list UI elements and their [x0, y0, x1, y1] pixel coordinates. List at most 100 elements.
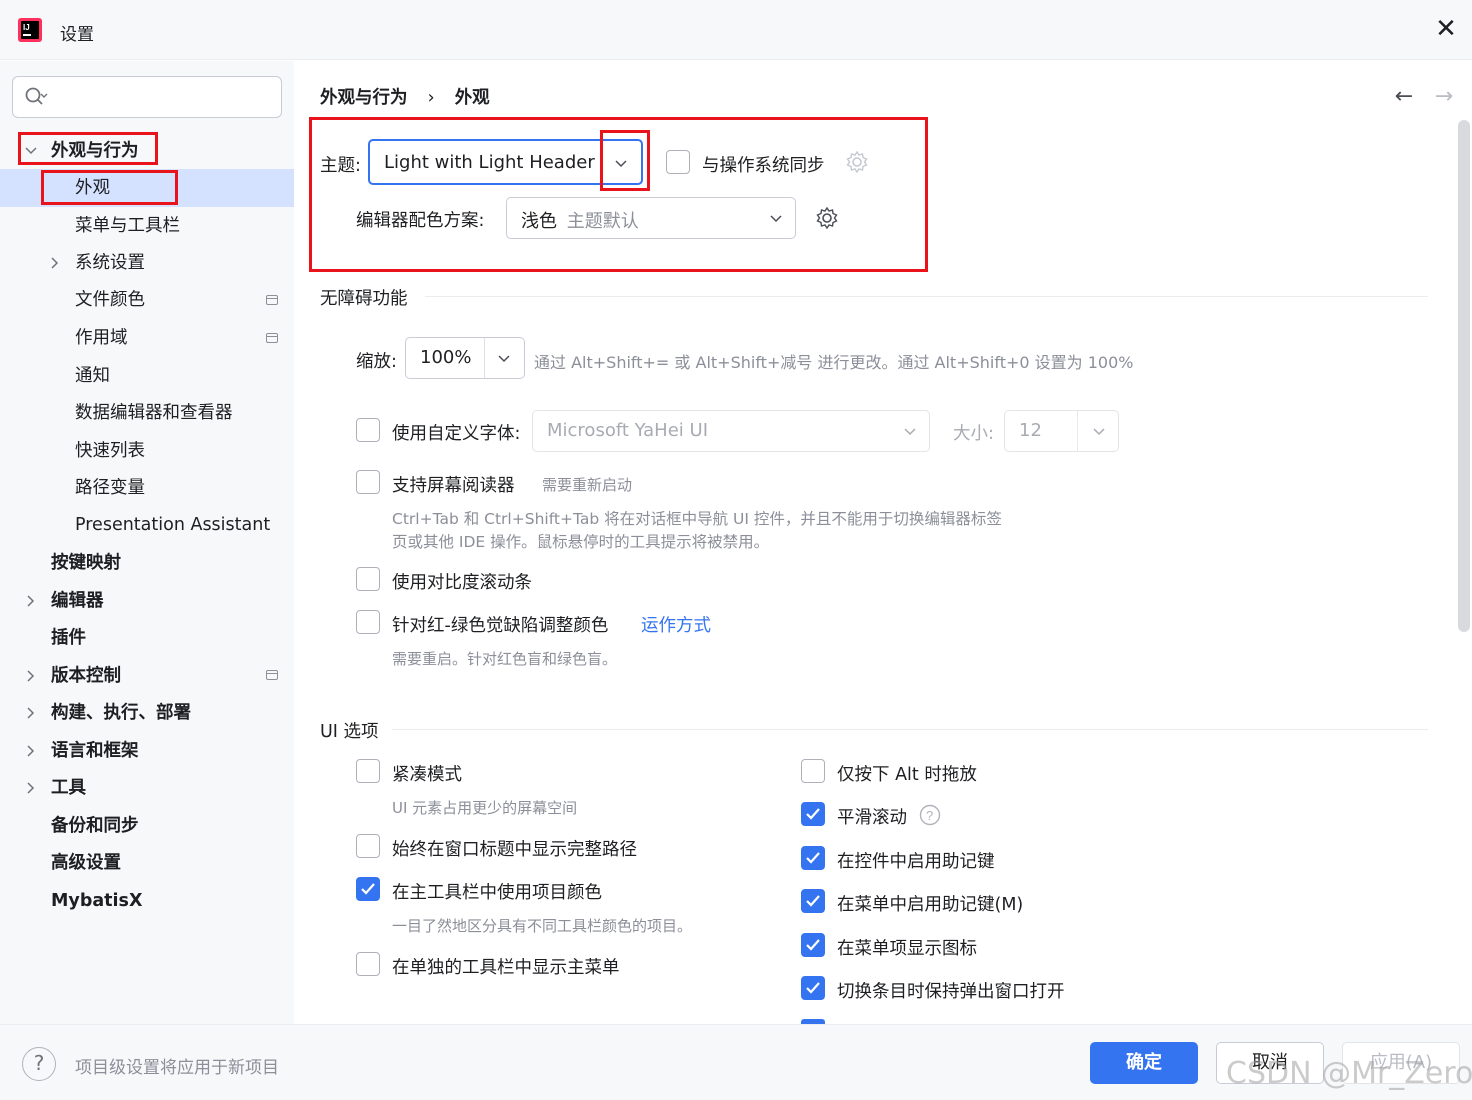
screen-reader-desc: 页或其他 IDE 操作。鼠标悬停时的工具提示将被禁用。: [392, 533, 770, 551]
how-it-works-link[interactable]: 运作方式: [641, 612, 711, 637]
zoom-hint: 通过 Alt+Shift+= 或 Alt+Shift+减号 进行更改。通过 Al…: [534, 353, 1134, 372]
highlight-box: [18, 132, 158, 165]
zoom-label: 缩放:: [356, 352, 397, 372]
color-deficiency-hint: 需要重启。针对红色盲和绿色盲。: [392, 650, 618, 668]
alt-drag-drop-label: 仅按下 Alt 时拖放: [837, 765, 977, 785]
color-deficiency-checkbox[interactable]: [356, 610, 380, 634]
menu-icons-label: 在菜单项显示图标: [837, 939, 977, 959]
chevron-right-icon[interactable]: [25, 595, 37, 607]
compact-mode-checkbox[interactable]: [356, 759, 380, 783]
svg-text:?: ?: [926, 808, 933, 823]
highlight-box: [600, 130, 650, 191]
breadcrumb: 外观与行为 › 外观: [320, 84, 490, 109]
compact-mode-label: 紧凑模式: [392, 765, 462, 785]
project-scope-icon: [266, 333, 278, 343]
sidebar-item-notifications[interactable]: 通知: [75, 358, 110, 394]
chevron-down-icon: [904, 428, 916, 436]
chevron-down-icon: [498, 355, 510, 363]
ui-options-section-title: UI 选项: [320, 722, 379, 742]
color-deficiency-label: 针对红-绿色觉缺陷调整颜色: [392, 616, 609, 636]
separate-main-menu-checkbox[interactable]: [356, 952, 380, 976]
keep-popups-open-label: 切换条目时保持弹出窗口打开: [837, 982, 1065, 1002]
project-scope-icon: [266, 670, 278, 680]
size-value: 12: [1019, 420, 1042, 441]
search-input[interactable]: [12, 76, 282, 118]
chevron-down-icon: [1093, 428, 1105, 436]
smooth-scrolling-checkbox[interactable]: [801, 802, 825, 826]
chevron-right-icon[interactable]: [25, 745, 37, 757]
scrollbar-thumb[interactable]: [1458, 120, 1470, 632]
mnemonics-controls-label: 在控件中启用助记键: [837, 852, 995, 872]
sidebar-item-backup-sync[interactable]: 备份和同步: [51, 808, 139, 844]
mnemonics-menus-label: 在菜单中启用助记键(M): [837, 895, 1024, 915]
title-bar: [0, 0, 1472, 60]
back-arrow-icon[interactable]: ←: [1390, 84, 1418, 109]
keep-popups-open-checkbox[interactable]: [801, 976, 825, 1000]
sidebar-item-data-editors[interactable]: 数据编辑器和查看器: [75, 395, 233, 431]
project-scope-icon: [266, 295, 278, 305]
highlight-box: [41, 170, 178, 205]
sidebar-item-quick-lists[interactable]: 快速列表: [75, 433, 145, 469]
sidebar-item-scopes[interactable]: 作用域: [75, 320, 128, 356]
screen-reader-hint: 需要重新启动: [542, 476, 633, 494]
section-divider: [392, 729, 1428, 730]
sidebar-item-build-execution-deployment[interactable]: 构建、执行、部署: [51, 695, 191, 731]
zoom-value: 100%: [420, 347, 472, 368]
sidebar-item-keymap[interactable]: 按键映射: [51, 545, 121, 581]
screen-reader-label: 支持屏幕阅读器: [392, 476, 515, 496]
sidebar-item-advanced-settings[interactable]: 高级设置: [51, 845, 121, 881]
breadcrumb-parent[interactable]: 外观与行为: [320, 84, 408, 109]
sidebar-item-system-settings[interactable]: 系统设置: [75, 245, 145, 281]
project-color-toolbar-hint: 一目了然地区分具有不同工具栏颜色的项目。: [392, 917, 693, 935]
breadcrumb-current: 外观: [454, 88, 490, 108]
sidebar-item-menus-toolbars[interactable]: 菜单与工具栏: [75, 208, 180, 244]
close-icon[interactable]: ✕: [1432, 16, 1460, 44]
custom-font-checkbox[interactable]: [356, 418, 380, 442]
sidebar-item-mybatisx[interactable]: MybatisX: [51, 883, 142, 919]
smooth-scrolling-label: 平滑滚动: [837, 808, 907, 828]
custom-font-label: 使用自定义字体:: [392, 424, 521, 444]
menu-icons-checkbox[interactable]: [801, 933, 825, 957]
watermark: CSDN @Mr_Zerone: [1226, 1056, 1472, 1091]
sidebar-item-path-variables[interactable]: 路径变量: [75, 470, 145, 506]
ok-button[interactable]: 确定: [1090, 1042, 1198, 1084]
mnemonics-controls-checkbox[interactable]: [801, 846, 825, 870]
font-select[interactable]: Microsoft YaHei UI: [532, 410, 930, 452]
sidebar-item-version-control[interactable]: 版本控制: [51, 658, 121, 694]
sidebar-item-languages-frameworks[interactable]: 语言和框架: [51, 733, 139, 769]
size-select[interactable]: 12: [1004, 410, 1119, 452]
section-divider: [425, 296, 1428, 297]
sidebar-item-file-colors[interactable]: 文件颜色: [75, 282, 145, 318]
window-title: 设置: [60, 25, 94, 45]
contrast-scrollbar-label: 使用对比度滚动条: [392, 573, 532, 593]
breadcrumb-separator: ›: [427, 88, 435, 108]
sidebar-item-editor[interactable]: 编辑器: [51, 583, 104, 619]
sidebar-item-presentation-assistant[interactable]: Presentation Assistant: [75, 507, 270, 543]
mnemonics-menus-checkbox[interactable]: [801, 889, 825, 913]
zoom-select[interactable]: 100%: [405, 337, 525, 379]
search-icon[interactable]: [24, 86, 48, 108]
footer-hint: 项目级设置将应用于新项目: [75, 1058, 279, 1078]
svg-text:IJ: IJ: [23, 23, 30, 32]
full-path-title-label: 始终在窗口标题中显示完整路径: [392, 840, 637, 860]
sidebar-item-tools[interactable]: 工具: [51, 770, 86, 806]
question-help-icon[interactable]: ?: [919, 804, 941, 826]
help-button[interactable]: ?: [22, 1047, 56, 1081]
accessibility-section-title: 无障碍功能: [320, 289, 408, 309]
screen-reader-checkbox[interactable]: [356, 470, 380, 494]
app-logo-icon: IJ: [18, 18, 42, 42]
alt-drag-drop-checkbox[interactable]: [801, 759, 825, 783]
chevron-right-icon[interactable]: [25, 707, 37, 719]
full-path-title-checkbox[interactable]: [356, 834, 380, 858]
chevron-right-icon[interactable]: [25, 782, 37, 794]
size-label: 大小:: [953, 424, 994, 444]
compact-mode-hint: UI 元素占用更少的屏幕空间: [392, 799, 578, 817]
project-color-toolbar-checkbox[interactable]: [356, 877, 380, 901]
chevron-right-icon[interactable]: [25, 670, 37, 682]
chevron-right-icon[interactable]: [49, 257, 61, 269]
separate-main-menu-label: 在单独的工具栏中显示主菜单: [392, 958, 620, 978]
sidebar-item-plugins[interactable]: 插件: [51, 620, 86, 656]
forward-arrow-icon[interactable]: →: [1430, 84, 1458, 109]
contrast-scrollbar-checkbox[interactable]: [356, 567, 380, 591]
project-color-toolbar-label: 在主工具栏中使用项目颜色: [392, 883, 602, 903]
